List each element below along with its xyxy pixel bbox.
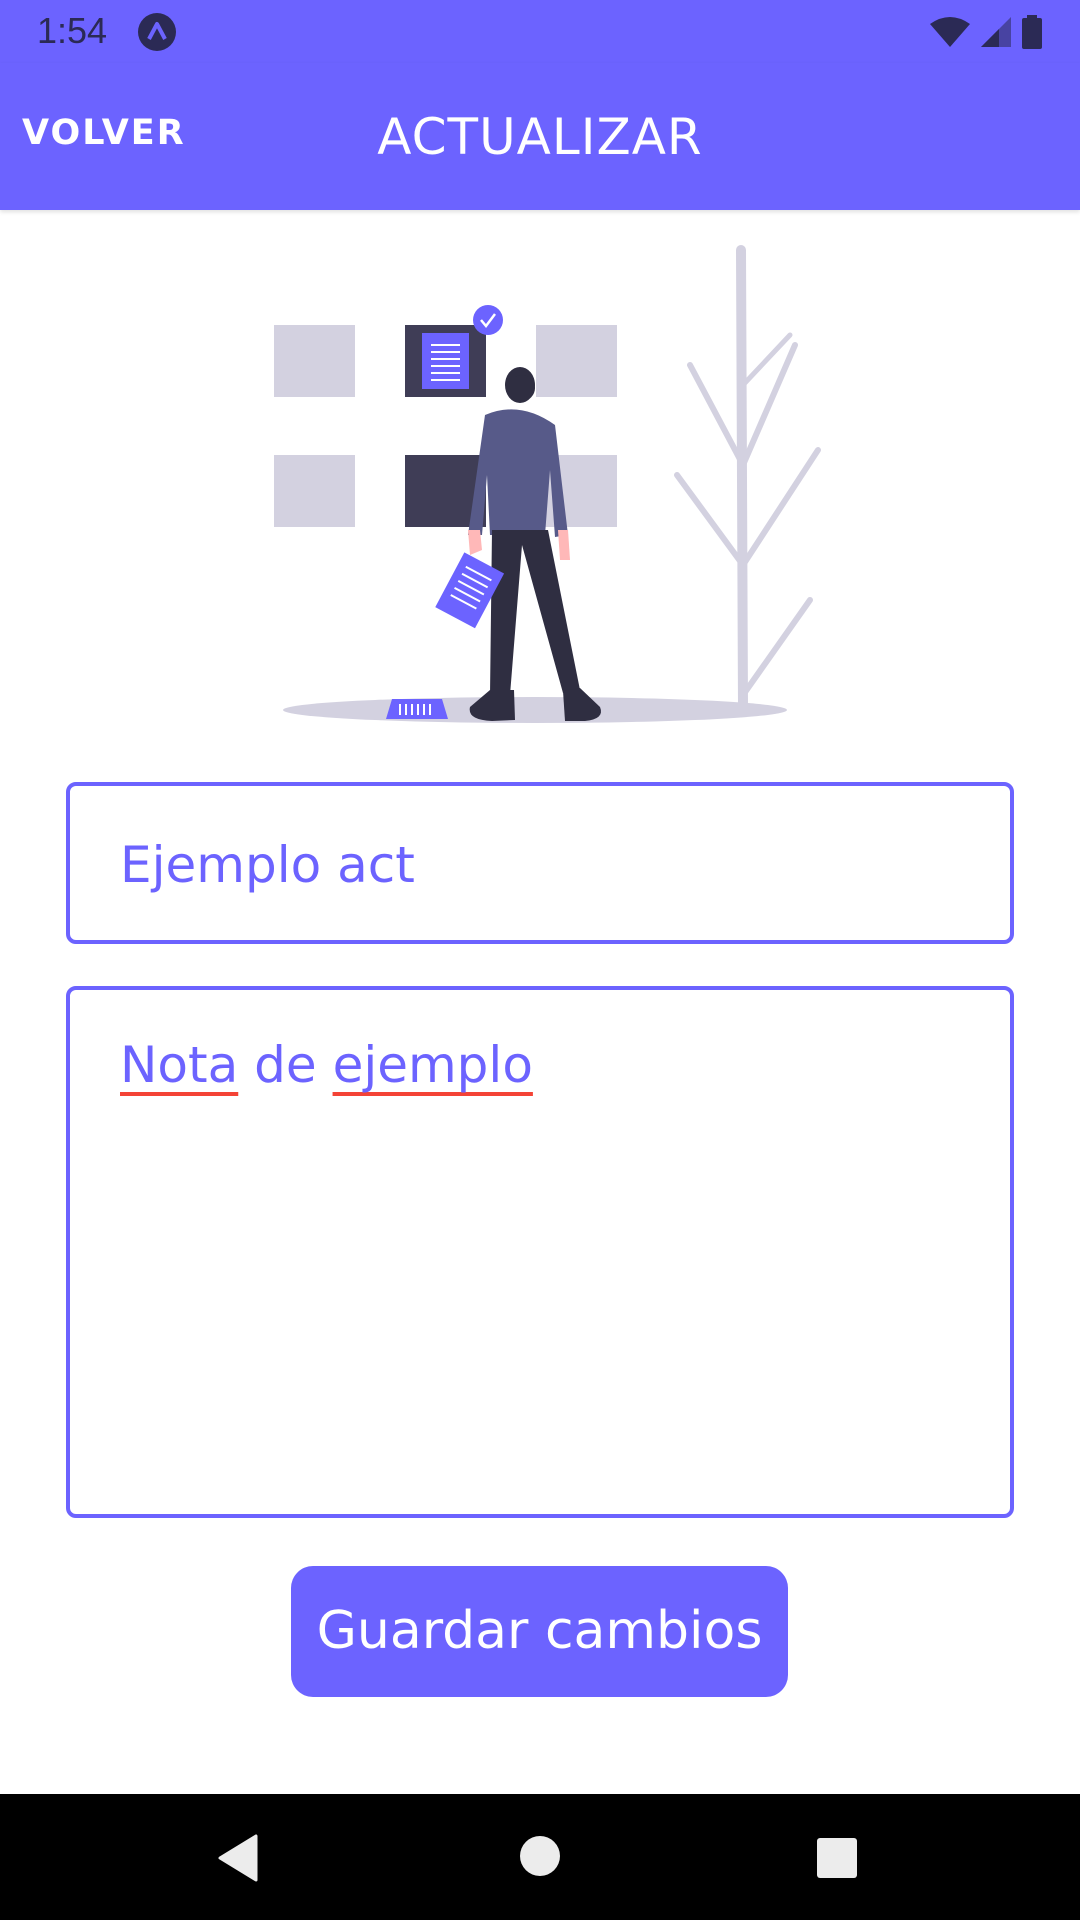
- floor-paper: [386, 699, 448, 719]
- page-title: ACTUALIZAR: [377, 108, 703, 166]
- update-note-screen: 1:54 VOLVER ACTUALIZAR Ejemplo act Nota …: [0, 0, 1080, 1920]
- grid-square: [536, 325, 617, 397]
- status-bar: 1:54: [0, 0, 1080, 63]
- check-badge-icon: [473, 305, 503, 335]
- save-changes-button[interactable]: Guardar cambios: [291, 1566, 788, 1697]
- cell-signal-icon: [981, 17, 1011, 47]
- nav-home-icon[interactable]: [520, 1836, 560, 1876]
- update-illustration: [274, 245, 821, 723]
- status-time: 1:54: [37, 10, 108, 51]
- plant: [674, 245, 821, 712]
- nav-back-icon[interactable]: [216, 1834, 260, 1882]
- app-logo-icon: [138, 13, 176, 51]
- app-bar: VOLVER ACTUALIZAR: [0, 63, 1080, 210]
- note-word-misspelled: Nota: [120, 1036, 239, 1094]
- grid-square: [274, 325, 355, 397]
- status-icons: [929, 14, 1043, 50]
- title-input[interactable]: Ejemplo act: [66, 782, 1014, 944]
- person-figure: [468, 367, 601, 721]
- ground-shadow: [283, 697, 787, 723]
- battery-icon: [1022, 15, 1042, 49]
- note-word: de: [254, 1036, 317, 1094]
- note-textarea-value: Nota de ejemplo: [120, 1036, 533, 1094]
- note-word-misspelled: ejemplo: [332, 1036, 533, 1094]
- title-input-value: Ejemplo act: [120, 836, 415, 894]
- grid-square: [274, 455, 355, 527]
- wifi-icon: [930, 17, 970, 47]
- nav-recents-icon[interactable]: [817, 1838, 857, 1878]
- system-nav-bar: [0, 1794, 1080, 1920]
- note-textarea[interactable]: Nota de ejemplo: [66, 986, 1014, 1518]
